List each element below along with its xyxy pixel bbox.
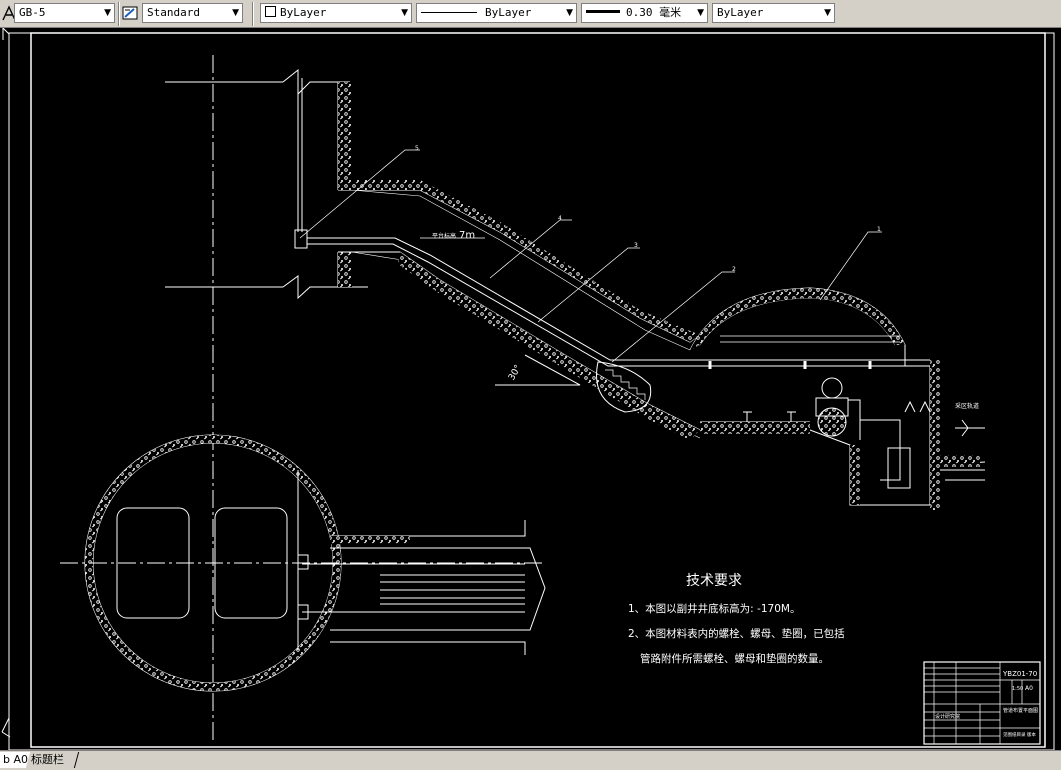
chevron-down-icon: ▼ <box>566 8 573 18</box>
shaft-section <box>165 55 368 740</box>
slope-label: 平台标高 <box>432 232 456 240</box>
tab-title-block[interactable]: 标题栏 <box>25 752 80 768</box>
note-line-1: 1、本图以副井井底标高为: -170M。 <box>628 602 800 615</box>
sheet-size: A0 <box>1025 685 1033 692</box>
drawing-code: YBZ01-70 <box>1002 670 1037 678</box>
linetype-select[interactable]: ByLayer ▼ <box>416 3 577 23</box>
chevron-down-icon: ▼ <box>104 8 111 18</box>
note-line-3: 管路附件所需螺栓、螺母和垫圈的数量。 <box>640 652 829 665</box>
sheet-border <box>8 32 1055 750</box>
drawing-frame <box>30 32 1046 748</box>
dim-style-select[interactable]: Standard ▼ <box>142 3 243 23</box>
ucs-icon <box>2 28 10 40</box>
layout-tabs: b A0 标题栏 <box>0 750 1061 770</box>
incline-roadway <box>307 180 986 510</box>
notes-title: 技术要求 <box>686 573 742 589</box>
chevron-down-icon: ▼ <box>232 8 239 18</box>
dim-style-icon[interactable] <box>122 4 140 22</box>
callout-2: 2 <box>732 266 736 273</box>
title-note: 见图纸目录 版本 <box>1003 731 1036 738</box>
note-line-2: 2、本图材料表内的螺栓、螺母、垫圈，已包括 <box>628 627 845 640</box>
side-label: 采区轨道 <box>955 402 979 410</box>
chevron-down-icon: ▼ <box>697 8 704 18</box>
lineweight-preview-icon <box>586 10 620 13</box>
callout-1: 1 <box>877 226 881 233</box>
properties-toolbar: GB-5 ▼ Standard ▼ ByLayer ▼ ByLayer ▼ 0.… <box>0 0 1061 28</box>
cad-drawing[interactable]: 技术要求 1、本图以副井井底标高为: -170M。 2、本图材料表内的螺栓、螺母… <box>0 28 1061 750</box>
callout-5: 5 <box>415 145 419 152</box>
callout-3: 3 <box>634 242 638 249</box>
toolbar-separator <box>252 2 254 26</box>
text-style-select[interactable]: GB-5 ▼ <box>14 3 115 23</box>
color-swatch-icon <box>265 6 276 17</box>
drawing-canvas[interactable]: 技术要求 1、本图以副井井底标高为: -170M。 2、本图材料表内的螺栓、螺母… <box>0 28 1061 750</box>
chevron-down-icon: ▼ <box>824 8 831 18</box>
lineweight-select[interactable]: 0.30 毫米 ▼ <box>581 3 708 23</box>
angle-label: 30° <box>507 364 524 383</box>
drawing-scale: 1:50 <box>1012 686 1023 692</box>
slope-value: 7m <box>459 230 475 241</box>
company-name: 设计研究院 <box>935 713 960 720</box>
plan-view <box>60 434 546 692</box>
linetype-preview-icon <box>421 12 477 13</box>
toolbar-separator <box>118 2 120 26</box>
color-select[interactable]: ByLayer ▼ <box>260 3 412 23</box>
chevron-down-icon: ▼ <box>401 8 408 18</box>
plotstyle-select[interactable]: ByLayer ▼ <box>712 3 835 23</box>
drawing-name: 管道布置平面图 <box>1003 707 1038 714</box>
callout-4: 4 <box>558 215 562 222</box>
